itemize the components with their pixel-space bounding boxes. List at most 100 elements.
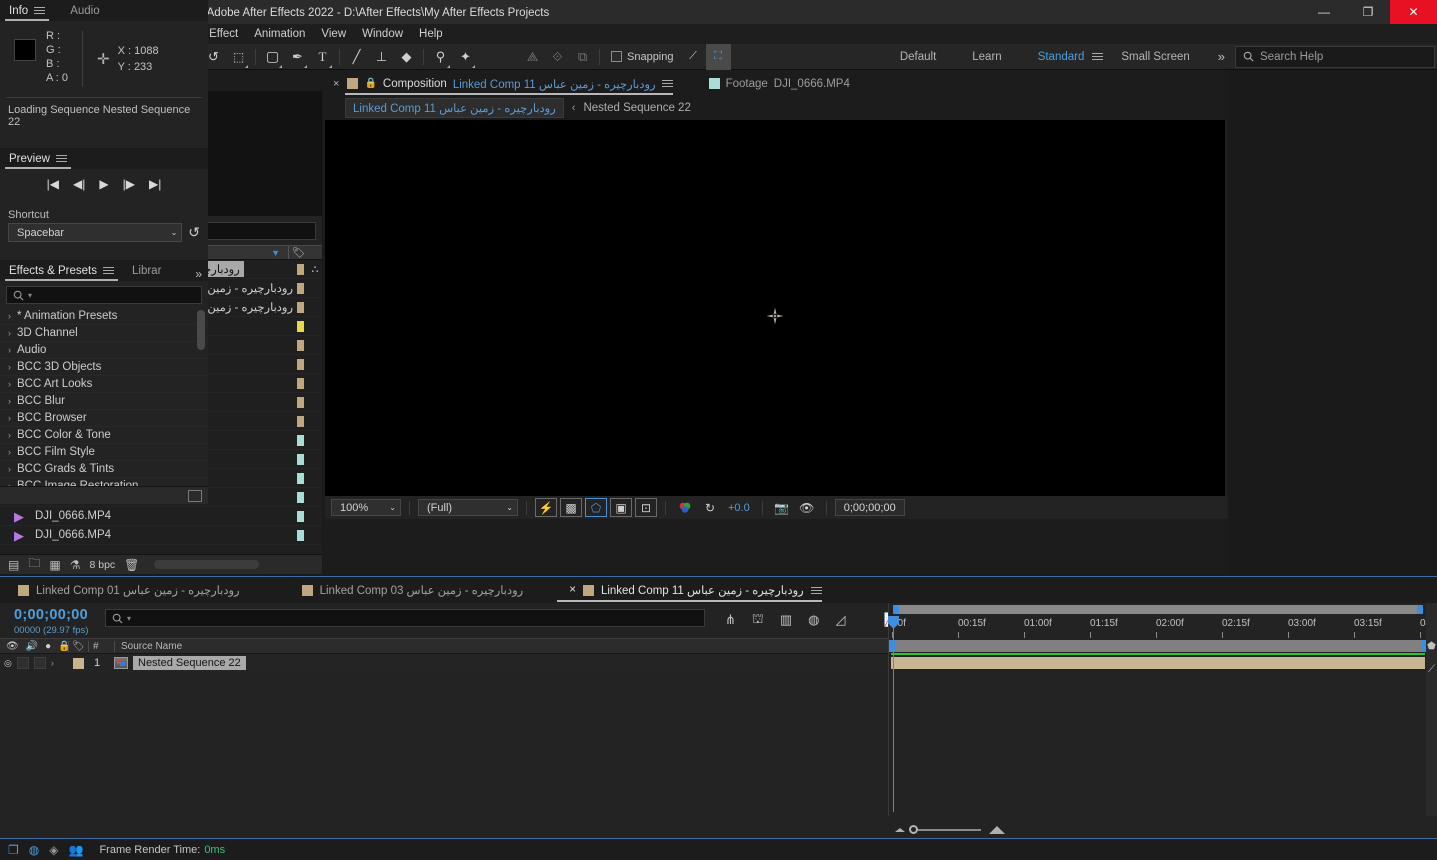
chevron-right-icon[interactable]: › (8, 464, 11, 474)
effects-category-row[interactable]: › BCC Film Style (0, 444, 208, 461)
snapping-checkbox[interactable] (611, 51, 622, 62)
timeline-current-time[interactable]: 0;00;00;00 00000 (29.97 fps) (0, 603, 105, 636)
solo-toggle[interactable] (33, 657, 46, 669)
fast-preview-icon[interactable]: ⚡ (535, 498, 557, 517)
project-settings-icon[interactable]: ⚗ (70, 558, 81, 572)
layer-source-cell[interactable]: Nested Sequence 22 (114, 656, 912, 670)
exposure-reset-icon[interactable]: ↻ (699, 498, 721, 517)
label-color-swatch[interactable] (297, 396, 304, 408)
project-scrollbar[interactable] (154, 560, 260, 569)
menu-animation[interactable]: Animation (246, 26, 313, 42)
show-channel-icon[interactable]: ⊡ (635, 498, 657, 517)
tab-effects-presets[interactable]: Effects & Presets (0, 260, 123, 281)
snapping-toggle[interactable]: Snapping (604, 51, 681, 63)
label-icon[interactable]: 🏷 (68, 640, 88, 652)
label-tag-icon[interactable]: 🏷 (288, 246, 308, 259)
effects-category-row[interactable]: › BCC Color & Tone (0, 427, 208, 444)
align-icon[interactable]: ⛶ (705, 43, 731, 70)
effects-category-row[interactable]: › BCC 3D Objects (0, 359, 208, 376)
composition-viewer[interactable]: 100% ⌄ (Full) ⌄ ⚡ ▩ ⬠ ▣ ⊡ ↻ +0.0 📷 👁 0;0… (325, 120, 1228, 519)
column-source-name[interactable]: Source Name (114, 640, 912, 652)
render-queue-icon[interactable]: ❐ (8, 843, 19, 857)
chevron-right-icon[interactable]: › (8, 396, 11, 406)
panel-menu-icon[interactable] (661, 78, 673, 89)
puppet-starch-tool-icon[interactable]: ✦ (453, 44, 478, 70)
playhead-line[interactable] (893, 616, 894, 812)
frame-blending-icon[interactable]: ◍ (808, 612, 819, 628)
effects-search-input[interactable]: ▾ (6, 286, 202, 304)
play-button[interactable]: ▶ (99, 177, 108, 191)
timeline-search-input[interactable]: ▾ (105, 609, 705, 627)
workspace-learn[interactable]: Learn (954, 51, 1019, 63)
tab-audio[interactable]: Audio (54, 0, 108, 21)
label-color-swatch[interactable] (297, 320, 304, 332)
effects-overflow-icon[interactable]: » (195, 267, 208, 281)
breadcrumb-current[interactable]: رودبارچیره - زمین عباس Linked Comp 11 (345, 98, 564, 118)
work-area-bar[interactable] (889, 640, 1427, 652)
workspace-default[interactable]: Default (882, 51, 954, 63)
hide-shy-layers-icon[interactable]: ▥ (780, 612, 792, 628)
draft-3d-icon[interactable]: ⛫ (752, 611, 764, 629)
chevron-right-icon[interactable]: › (8, 379, 11, 389)
label-color-swatch[interactable] (297, 415, 304, 427)
column-number[interactable]: # (88, 640, 114, 652)
minimize-button[interactable]: — (1302, 0, 1346, 24)
current-timecode[interactable]: 0;00;00;00 (14, 607, 105, 623)
label-color-swatch[interactable] (297, 453, 304, 465)
timeline-graph-area[interactable]: 00f 00:15f 01:00f 01:15f 02:00f 02:15f 03:00f 0… (888, 603, 1437, 816)
new-composition-icon[interactable]: ▦ (49, 558, 60, 572)
last-frame-button[interactable]: ▶| (149, 177, 161, 191)
tab-footage-dji-0666[interactable]: Footage DJI_0666.MP4 (687, 70, 864, 97)
label-color-swatch[interactable] (297, 282, 304, 294)
maximize-button[interactable]: ❐ (1346, 0, 1390, 24)
label-color-swatch[interactable] (297, 339, 304, 351)
tab-preview[interactable]: Preview (0, 148, 76, 169)
layer-duration-bar[interactable] (891, 657, 1425, 669)
zoom-out-icon[interactable] (895, 828, 905, 832)
zoom-slider[interactable] (909, 825, 981, 834)
new-folder-icon[interactable]: 🗀 (28, 554, 40, 575)
tab-libraries[interactable]: Librar (123, 260, 170, 281)
sort-descending-icon[interactable]: ▼ (271, 248, 288, 258)
label-color-swatch[interactable] (297, 529, 304, 541)
close-button[interactable]: ✕ (1390, 0, 1437, 24)
navigator-end-handle[interactable] (1417, 605, 1423, 614)
chevron-right-icon[interactable]: › (8, 345, 11, 355)
panel-menu-icon[interactable] (34, 5, 46, 16)
effects-category-row[interactable]: › BCC Grads & Tints (0, 461, 208, 478)
label-color-swatch[interactable] (297, 472, 304, 484)
reset-icon[interactable]: ↺ (188, 224, 200, 241)
orbit-null-tool-icon[interactable]: ⟐ (545, 44, 570, 70)
time-navigator[interactable] (889, 603, 1427, 615)
previous-frame-button[interactable]: ◀| (73, 177, 85, 191)
panel-menu-icon[interactable] (103, 265, 114, 276)
close-icon[interactable]: × (569, 584, 576, 596)
project-item[interactable]: ▶ DJI_0666.MP4 (0, 507, 322, 526)
chevron-right-icon[interactable]: › (8, 328, 11, 338)
toggle-mask-icon[interactable]: ▣ (610, 498, 632, 517)
chevron-right-icon[interactable]: › (51, 658, 54, 668)
region-of-interest-icon[interactable]: ⬠ (585, 498, 607, 517)
channels-icon[interactable] (674, 498, 696, 517)
project-item[interactable]: ▶ DJI_0666.MP4 (0, 526, 322, 545)
label-color-swatch[interactable] (297, 434, 304, 446)
transparency-grid-icon[interactable]: ▩ (560, 498, 582, 517)
comp-timecode-field[interactable]: 0;00;00;00 (834, 499, 905, 516)
next-frame-button[interactable]: |▶ (123, 177, 135, 191)
effects-scrollbar[interactable] (197, 310, 205, 350)
team-projects-icon[interactable]: 👥 (68, 843, 83, 857)
clone-stamp-tool-icon[interactable]: ⊥ (369, 44, 394, 70)
zoom-level-select[interactable]: 100% ⌄ (331, 499, 401, 516)
chevron-right-icon[interactable]: › (8, 413, 11, 423)
label-color-swatch[interactable] (297, 301, 304, 313)
bit-depth-label[interactable]: 8 bpc (89, 559, 115, 571)
snap-options-icon[interactable]: ⟋ (681, 44, 706, 70)
eraser-tool-icon[interactable]: ◆ (394, 44, 419, 70)
delete-icon[interactable]: 🗑 (124, 558, 139, 572)
chevron-right-icon[interactable]: › (8, 362, 11, 372)
sync-settings-icon[interactable]: ◍ (29, 843, 39, 857)
effects-category-row[interactable]: › 3D Channel (0, 325, 208, 342)
audio-icon[interactable]: 🔊 (26, 641, 38, 652)
zoom-in-icon[interactable] (989, 826, 1005, 834)
motion-blur-icon[interactable]: ◿ (836, 612, 846, 628)
